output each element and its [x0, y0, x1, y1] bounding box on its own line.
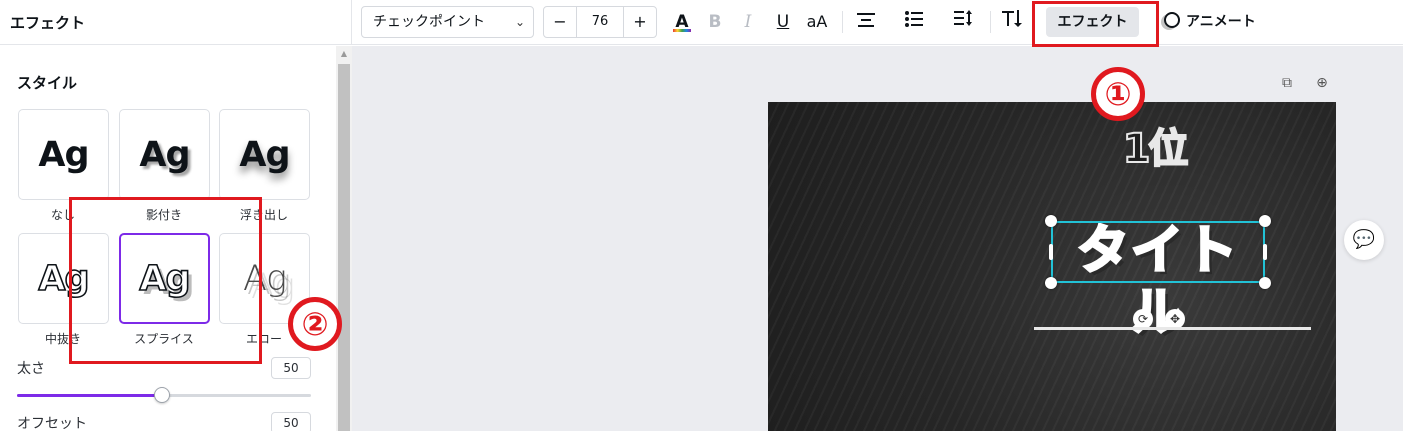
thickness-slider[interactable]: [17, 387, 311, 403]
decorative-line: [1034, 327, 1311, 330]
offset-value-input[interactable]: 50: [271, 412, 311, 431]
thickness-slider-thumb[interactable]: [154, 387, 170, 403]
font-family-value: チェックポイント: [373, 14, 485, 30]
text-toolbar: チェックポイント ⌄ − 76 + A B I U aA エフェクト アニメート: [352, 0, 1403, 45]
spacing-icon: [954, 10, 972, 26]
thickness-slider-fill: [17, 394, 162, 397]
font-size-stepper: − 76 +: [543, 6, 657, 38]
color-strip: [673, 29, 691, 32]
resize-handle-top-right[interactable]: [1259, 215, 1271, 227]
animate-icon: [1164, 12, 1180, 28]
panel-scrollbar[interactable]: ▲: [336, 46, 352, 431]
italic-button[interactable]: I: [737, 8, 759, 36]
increase-size-button[interactable]: +: [624, 7, 656, 37]
style-preview: Ag: [38, 134, 89, 175]
editor-app: チェックポイント ⌄ − 76 + A B I U aA エフェクト アニメート…: [0, 0, 1403, 431]
chevron-down-icon: ⌄: [514, 15, 525, 29]
annotation-step-2: ②: [288, 297, 342, 351]
text-color-button[interactable]: A: [670, 8, 694, 36]
scroll-thumb[interactable]: [338, 64, 350, 431]
selection-box: [1051, 221, 1265, 283]
annotation-box-effect: [1032, 1, 1159, 47]
style-lift-tile[interactable]: Ag: [219, 109, 310, 200]
underline-button[interactable]: U: [772, 8, 794, 36]
thickness-label: 太さ: [17, 361, 45, 377]
decrease-size-button[interactable]: −: [544, 7, 576, 37]
offset-label: オフセット: [17, 416, 87, 431]
line-spacing-button[interactable]: [952, 8, 976, 36]
duplicate-page-icon[interactable]: ⧉: [1278, 74, 1296, 92]
style-section-title: スタイル: [17, 74, 78, 92]
design-page[interactable]: 1位 タイトル ⟳ ✥: [768, 102, 1336, 431]
annotation-box-style: [69, 197, 262, 364]
bold-button[interactable]: B: [704, 8, 726, 36]
resize-handle-left[interactable]: [1049, 244, 1053, 260]
toolbar-divider: [990, 11, 991, 33]
resize-handle-bottom-right[interactable]: [1259, 277, 1271, 289]
scroll-up-arrow-icon[interactable]: ▲: [336, 48, 352, 60]
align-center-icon: [857, 13, 875, 27]
move-icon[interactable]: ✥: [1165, 309, 1185, 329]
resize-handle-right[interactable]: [1263, 244, 1267, 260]
bullet-list-button[interactable]: [902, 8, 926, 36]
rank-text[interactable]: 1位: [768, 116, 1336, 174]
add-page-icon[interactable]: ⊕: [1313, 74, 1331, 92]
rotate-icon[interactable]: ⟳: [1133, 309, 1153, 329]
animate-button[interactable]: アニメート: [1164, 8, 1256, 36]
font-size-input[interactable]: 76: [576, 7, 624, 37]
add-comment-icon[interactable]: 💬: [1344, 220, 1384, 260]
vertical-text-icon: [1002, 10, 1022, 27]
panel-header: エフェクト: [0, 0, 352, 45]
style-preview: Ag: [239, 134, 290, 175]
annotation-step-1: ①: [1091, 67, 1145, 121]
list-icon: [905, 11, 923, 27]
letter-case-button[interactable]: aA: [804, 8, 830, 36]
panel-title: エフェクト: [10, 14, 86, 32]
resize-handle-bottom-left[interactable]: [1045, 277, 1057, 289]
thickness-value-input[interactable]: 50: [271, 357, 311, 379]
style-shadow-tile[interactable]: Ag: [119, 109, 210, 200]
toolbar-divider: [842, 11, 843, 33]
style-preview: Ag: [139, 134, 190, 175]
font-family-dropdown[interactable]: チェックポイント ⌄: [361, 6, 534, 38]
animate-label: アニメート: [1186, 14, 1256, 30]
style-none-tile[interactable]: Ag: [18, 109, 109, 200]
align-center-button[interactable]: [854, 8, 878, 36]
resize-handle-top-left[interactable]: [1045, 215, 1057, 227]
text-orientation-button[interactable]: [1000, 8, 1024, 36]
